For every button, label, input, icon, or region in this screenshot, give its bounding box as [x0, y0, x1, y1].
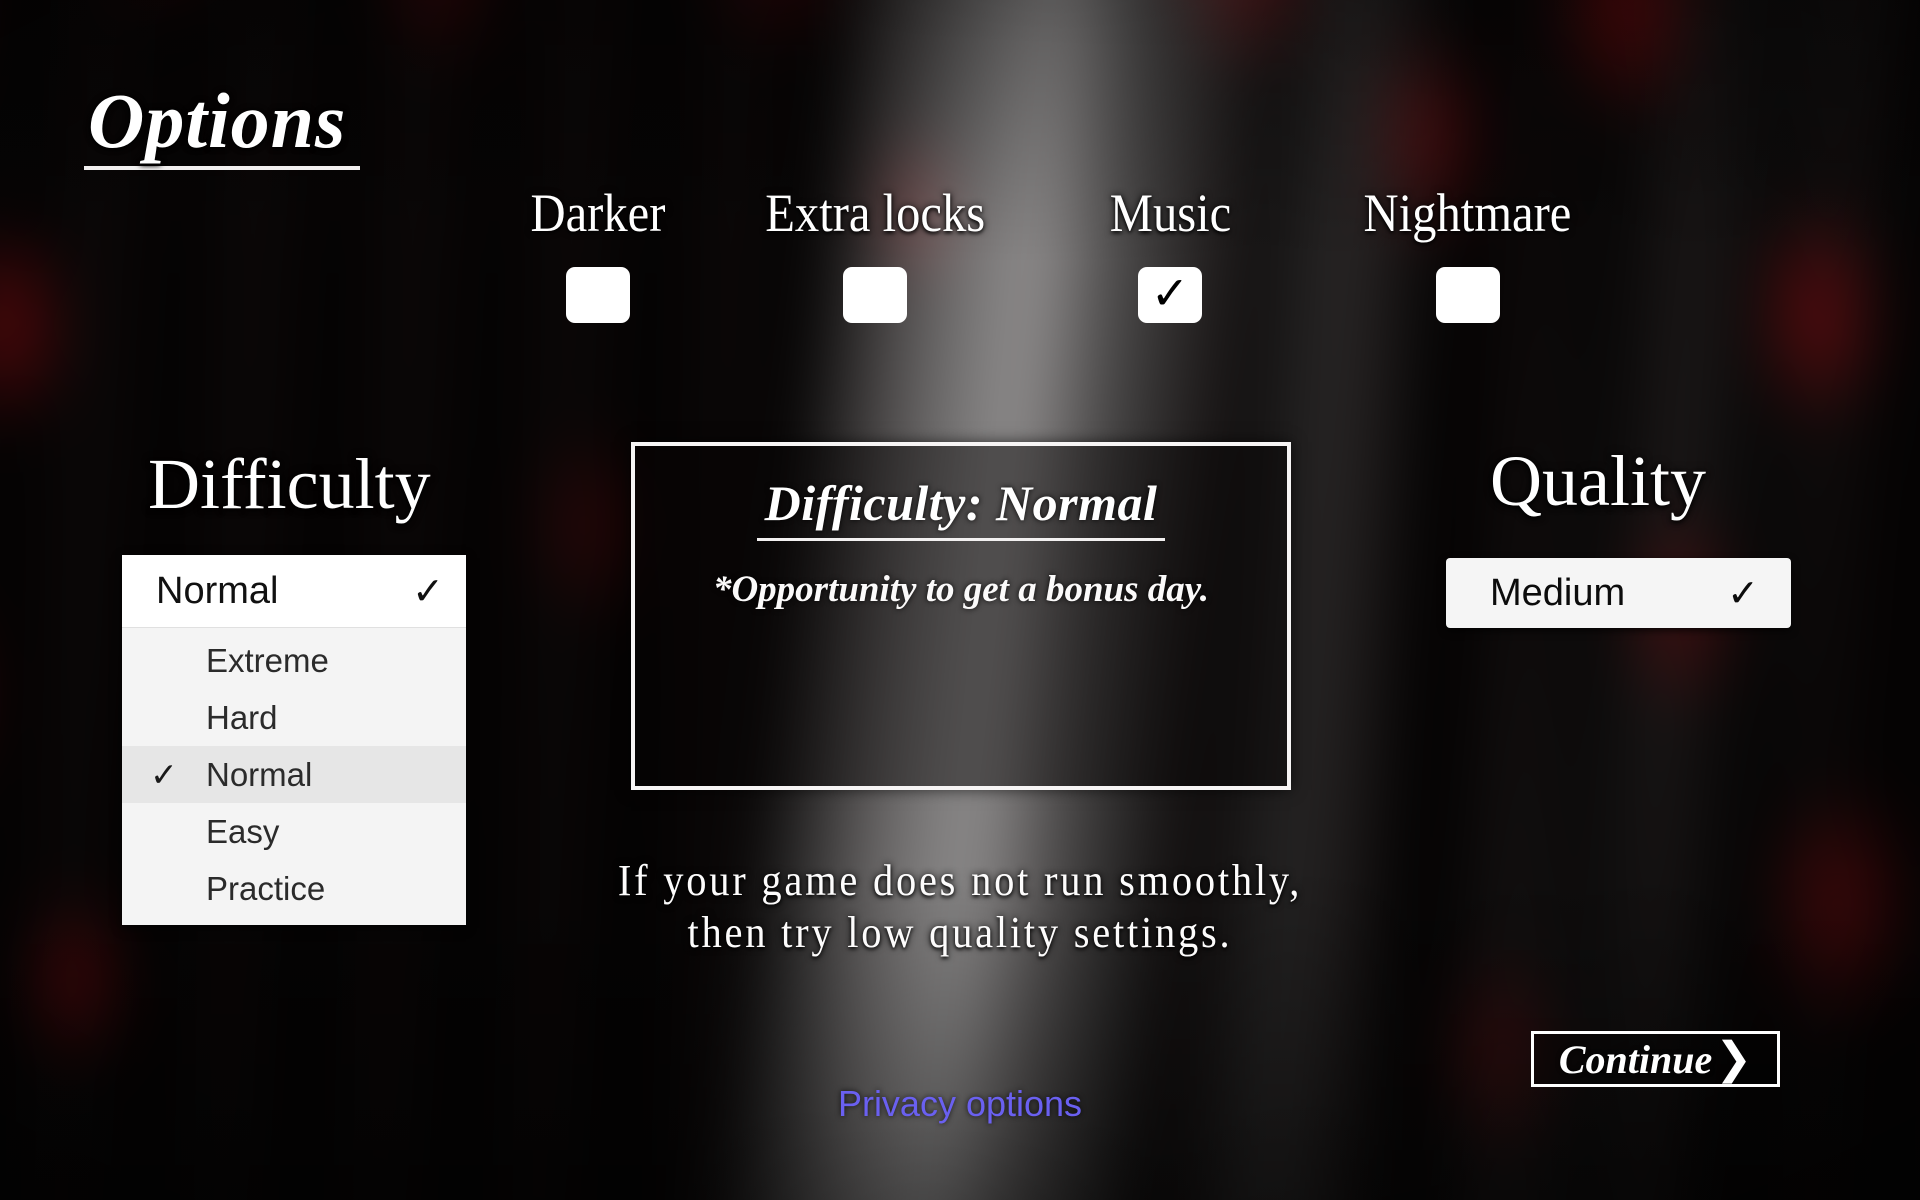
toggle-extra-locks-label: Extra locks: [765, 183, 985, 243]
difficulty-option-label: Easy: [206, 812, 280, 850]
screen-content: Options Darker ✓ Extra locks ✓ Music ✓: [0, 0, 1920, 1200]
difficulty-selected-label: Normal: [156, 569, 279, 612]
privacy-options-link[interactable]: Privacy options: [0, 1083, 1920, 1125]
difficulty-option-normal[interactable]: ✓ Normal: [122, 746, 466, 803]
difficulty-info-title: Difficulty: Normal: [756, 474, 1166, 541]
difficulty-option-easy[interactable]: ✓ Easy: [122, 803, 466, 860]
difficulty-option-hard[interactable]: ✓ Hard: [122, 689, 466, 746]
chevron-right-icon: ❯: [1715, 1033, 1753, 1085]
quality-select[interactable]: Medium ✓: [1446, 558, 1791, 628]
checkbox-music[interactable]: ✓: [1138, 267, 1202, 323]
check-icon: ✓: [1727, 571, 1759, 615]
quality-heading: Quality: [1490, 441, 1706, 521]
difficulty-info-note: *Opportunity to get a bonus day.: [712, 569, 1210, 610]
difficulty-info-panel: Difficulty: Normal *Opportunity to get a…: [631, 442, 1291, 790]
options-screen: Options Darker ✓ Extra locks ✓ Music ✓: [0, 0, 1920, 1200]
quality-selected-label: Medium: [1490, 571, 1626, 614]
check-icon: ✓: [150, 755, 178, 794]
toggle-music[interactable]: Music ✓: [1025, 182, 1315, 323]
quality-hint-text: If your game does not run smoothly, then…: [77, 855, 1843, 959]
toggle-darker[interactable]: Darker ✓: [470, 182, 725, 323]
quality-hint-line-1: If your game does not run smoothly,: [617, 856, 1303, 905]
continue-button-label: Continue: [1558, 1036, 1713, 1082]
difficulty-option-label: Normal: [206, 755, 313, 793]
toggle-nightmare[interactable]: Nightmare ✓: [1315, 182, 1620, 323]
difficulty-select-current[interactable]: Normal ✓: [122, 555, 466, 627]
check-icon: ✓: [1150, 266, 1190, 320]
continue-button[interactable]: Continue ❯: [1531, 1031, 1780, 1087]
checkbox-nightmare[interactable]: ✓: [1435, 267, 1500, 323]
page-title: Options: [84, 82, 361, 170]
toggle-extra-locks[interactable]: Extra locks ✓: [725, 182, 1025, 323]
toggle-nightmare-label: Nightmare: [1363, 183, 1572, 243]
quality-hint-line-2: then try low quality settings.: [687, 907, 1233, 957]
check-icon: ✓: [412, 569, 444, 613]
difficulty-option-label: Hard: [206, 698, 278, 736]
checkbox-extra-locks[interactable]: ✓: [843, 267, 907, 323]
difficulty-heading: Difficulty: [148, 444, 431, 524]
difficulty-option-label: Extreme: [206, 641, 329, 679]
toggle-music-label: Music: [1109, 183, 1231, 243]
toggle-row: Darker ✓ Extra locks ✓ Music ✓ Nightmare: [470, 182, 1620, 323]
checkbox-darker[interactable]: ✓: [565, 267, 630, 323]
difficulty-option-extreme[interactable]: ✓ Extreme: [122, 632, 466, 689]
toggle-darker-label: Darker: [530, 183, 665, 243]
